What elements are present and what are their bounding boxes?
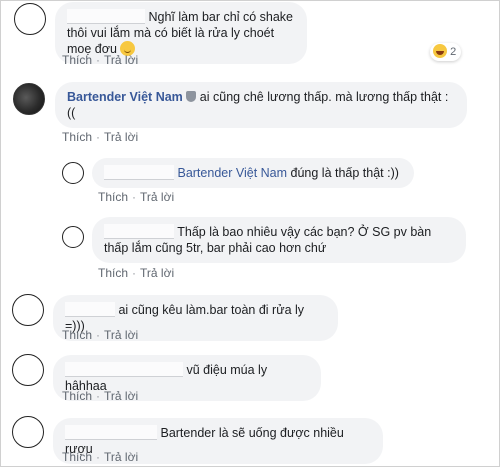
separator: · [96, 450, 101, 464]
comment-text: đúng là thấp thật :)) [290, 166, 399, 180]
reply-button[interactable]: Trả lời [104, 450, 138, 464]
comment-actions: Thích · Trả lời [98, 266, 174, 280]
separator: · [96, 53, 101, 67]
comment-actions: Thích · Trả lời [62, 130, 138, 144]
comment-actions: Thích · Trả lời [62, 389, 138, 403]
reaction-count: 2 [450, 46, 457, 58]
reaction-badge[interactable]: 2 [430, 43, 462, 61]
separator: · [132, 266, 137, 280]
comment-actions: Thích · Trả lời [62, 53, 138, 67]
avatar[interactable] [12, 354, 44, 386]
like-button[interactable]: Thích [62, 389, 92, 403]
reply-button[interactable]: Trả lời [104, 130, 138, 144]
comment-actions: Thích · Trả lời [98, 190, 174, 204]
reply-button[interactable]: Trả lời [140, 266, 174, 280]
mention-link[interactable]: Bartender Việt Nam [177, 166, 287, 180]
verified-shield-icon [185, 91, 196, 102]
comment-actions: Thích · Trả lời [62, 328, 138, 342]
reply-bubble: Thấp là bao nhiêu vậy các bạn? Ở SG pv b… [92, 217, 466, 263]
like-button[interactable]: Thích [62, 328, 92, 342]
avatar[interactable] [12, 416, 44, 448]
avatar[interactable] [14, 3, 46, 35]
like-button[interactable]: Thích [98, 266, 128, 280]
page-avatar[interactable] [13, 83, 45, 115]
like-button[interactable]: Thích [62, 450, 92, 464]
redacted-author-name[interactable] [104, 224, 174, 239]
separator: · [96, 389, 101, 403]
author-name[interactable]: Bartender Việt Nam [67, 90, 183, 104]
avatar[interactable] [62, 226, 84, 248]
like-button[interactable]: Thích [62, 130, 92, 144]
reply-bubble: Bartender Việt Nam đúng là thấp thật :)) [92, 158, 414, 188]
comment-bubble: Bartender Việt Nam ai cũng chê lương thấp… [55, 82, 467, 128]
reply-button[interactable]: Trả lời [104, 328, 138, 342]
avatar[interactable] [62, 162, 84, 184]
redacted-author-name[interactable] [104, 165, 174, 180]
reply-button[interactable]: Trả lời [104, 53, 138, 67]
like-button[interactable]: Thích [98, 190, 128, 204]
redacted-author-name[interactable] [65, 302, 115, 317]
reply-button[interactable]: Trả lời [104, 389, 138, 403]
haha-emoji-icon [433, 44, 447, 58]
separator: · [96, 328, 101, 342]
like-button[interactable]: Thích [62, 53, 92, 67]
redacted-author-name[interactable] [65, 362, 183, 377]
comment-actions: Thích · Trả lời [62, 450, 138, 464]
redacted-author-name[interactable] [65, 425, 157, 440]
separator: · [132, 190, 137, 204]
separator: · [96, 130, 101, 144]
redacted-author-name[interactable] [67, 9, 145, 24]
avatar[interactable] [12, 294, 44, 326]
reply-button[interactable]: Trả lời [140, 190, 174, 204]
